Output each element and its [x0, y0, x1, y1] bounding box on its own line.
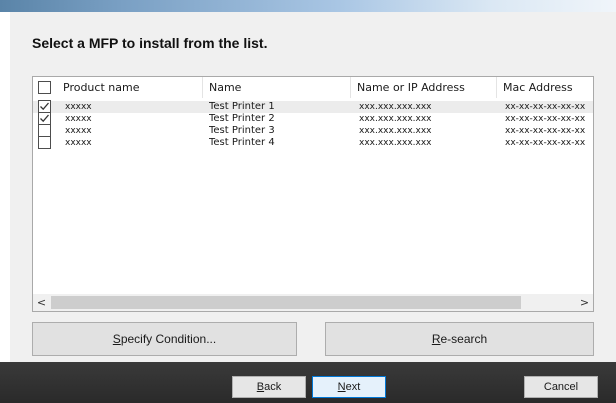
next-accel: N [337, 381, 346, 393]
scroll-left-icon[interactable]: < [33, 294, 50, 311]
cell-product: xxxxx [65, 138, 92, 148]
cell-name: Test Printer 1 [209, 101, 275, 112]
table-row[interactable]: xxxxx Test Printer 2 xxx.xxx.xxx.xxx xx-xx-… [33, 112, 593, 125]
cell-ip: xxx.xxx.xxx.xxx [359, 114, 432, 124]
cancel-button[interactable]: Cancel [524, 376, 598, 398]
cell-mac: xx-xx-xx-xx-xx-xx [505, 102, 586, 112]
list-header: Product name Name Name or IP Address Mac… [33, 77, 593, 98]
cell-ip: xxx.xxx.xxx.xxx [359, 138, 432, 148]
cell-product: xxxxx [65, 102, 92, 112]
cell-product: xxxxx [65, 114, 92, 124]
mfp-list[interactable]: Product name Name Name or IP Address Mac… [32, 76, 594, 312]
cell-mac: xx-xx-xx-xx-xx-xx [505, 114, 586, 124]
title-bar [0, 0, 616, 12]
next-button[interactable]: Next [312, 376, 386, 398]
cell-ip: xxx.xxx.xxx.xxx [359, 126, 432, 136]
table-row[interactable]: xxxxx Test Printer 3 xxx.xxx.xxx.xxx xx-xx-… [33, 124, 593, 137]
table-row[interactable]: xxxxx Test Printer 1 xxx.xxx.xxx.xxx xx-xx-… [33, 100, 593, 113]
row-checkbox[interactable] [38, 136, 51, 149]
table-row[interactable]: xxxxx Test Printer 4 xxx.xxx.xxx.xxx xx-xx-… [33, 136, 593, 149]
cell-name: Test Printer 4 [209, 137, 275, 148]
column-mac-address[interactable]: Mac Address [497, 77, 593, 98]
cell-name: Test Printer 2 [209, 113, 275, 124]
column-ip-address[interactable]: Name or IP Address [351, 77, 497, 98]
research-label: e-search [440, 332, 488, 346]
installer-window: Select a MFP to install from the list. P… [0, 0, 616, 403]
specify-accel: S [112, 332, 121, 346]
checkmark-icon [40, 102, 49, 111]
cell-mac: xx-xx-xx-xx-xx-xx [505, 138, 586, 148]
back-button[interactable]: Back [232, 376, 306, 398]
re-search-button[interactable]: Re-search [325, 322, 594, 356]
cell-ip: xxx.xxx.xxx.xxx [359, 102, 432, 112]
scroll-thumb[interactable] [51, 296, 521, 309]
next-label: ext [345, 381, 361, 393]
cell-name: Test Printer 3 [209, 125, 275, 136]
back-label: ack [264, 381, 282, 393]
horizontal-scrollbar[interactable]: < > [33, 294, 593, 311]
checkmark-icon [40, 114, 49, 123]
specify-label: pecify Condition... [120, 332, 217, 346]
left-edge [0, 12, 10, 362]
scroll-right-icon[interactable]: > [576, 294, 593, 311]
page-title: Select a MFP to install from the list. [32, 35, 268, 51]
cell-product: xxxxx [65, 126, 92, 136]
back-accel: B [256, 381, 265, 393]
select-all-checkbox[interactable] [38, 81, 51, 94]
column-name[interactable]: Name [203, 77, 351, 98]
cell-mac: xx-xx-xx-xx-xx-xx [505, 126, 586, 136]
column-product-name[interactable]: Product name [57, 77, 203, 98]
specify-condition-button[interactable]: Specify Condition... [32, 322, 297, 356]
